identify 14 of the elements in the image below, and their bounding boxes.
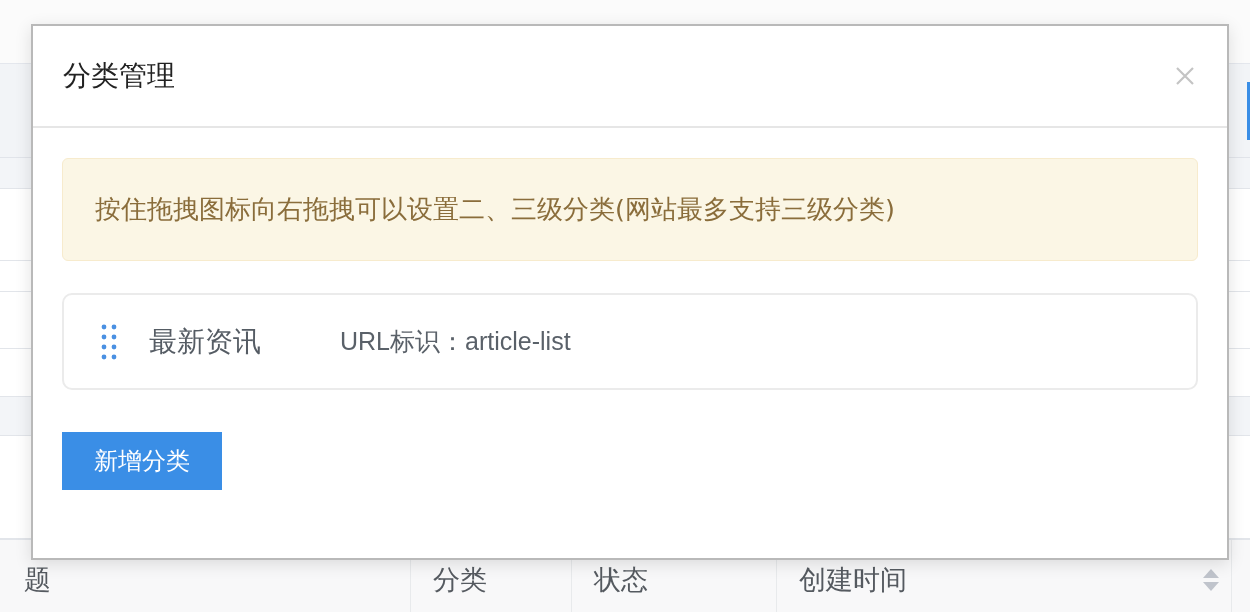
notice-message: 按住拖拽图标向右拖拽可以设置二、三级分类(网站最多支持三级分类) bbox=[62, 158, 1198, 261]
column-header: 创建时间 bbox=[799, 563, 907, 597]
dialog-title: 分类管理 bbox=[63, 58, 175, 93]
primary-button[interactable] bbox=[1247, 82, 1250, 140]
category-name: 最新资讯 bbox=[149, 323, 262, 359]
sort-icon[interactable] bbox=[1203, 568, 1219, 592]
category-item[interactable]: 最新资讯 URL标识：article-list bbox=[62, 293, 1198, 390]
drag-handle-icon[interactable] bbox=[101, 323, 117, 360]
column-header: 分类 bbox=[433, 563, 487, 597]
add-category-button[interactable]: 新增分类 bbox=[62, 432, 222, 490]
category-url-label: URL标识：article-list bbox=[340, 326, 571, 357]
column-header: 题 bbox=[24, 563, 51, 597]
column-header: 状态 bbox=[594, 563, 648, 597]
close-icon[interactable] bbox=[1176, 67, 1194, 85]
